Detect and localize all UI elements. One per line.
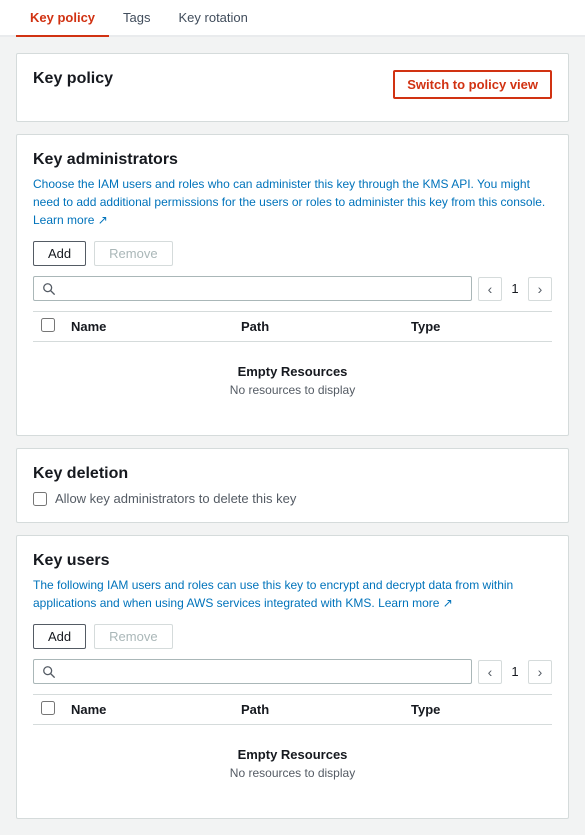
admins-empty-desc: No resources to display: [49, 383, 536, 397]
users-btn-row: Add Remove: [33, 624, 552, 649]
key-policy-title: Key policy: [33, 70, 113, 88]
admins-search-input[interactable]: [62, 281, 463, 296]
users-search-icon: [42, 665, 56, 679]
users-search-input[interactable]: [62, 664, 463, 679]
tabs-bar: Key policy Tags Key rotation: [0, 0, 585, 37]
allow-deletion-label: Allow key administrators to delete this …: [55, 491, 296, 506]
tab-key-rotation[interactable]: Key rotation: [165, 0, 262, 37]
admins-next-page-button[interactable]: ›: [528, 277, 552, 301]
admins-search-box: [33, 276, 472, 301]
users-empty-state: Empty Resources No resources to display: [41, 731, 544, 796]
allow-deletion-checkbox[interactable]: [33, 492, 47, 506]
admins-page-number: 1: [506, 281, 524, 296]
users-prev-page-button[interactable]: ‹: [478, 660, 502, 684]
admins-col-type: Type: [403, 312, 552, 342]
key-users-title: Key users: [33, 552, 552, 570]
users-table-header-row: Name Path Type: [33, 695, 552, 725]
admins-empty-title: Empty Resources: [49, 364, 536, 379]
admins-empty-row: Empty Resources No resources to display: [33, 342, 552, 420]
admins-col-name: Name: [63, 312, 233, 342]
users-page-number: 1: [506, 664, 524, 679]
admins-remove-button: Remove: [94, 241, 172, 266]
users-empty-desc: No resources to display: [49, 766, 536, 780]
admins-col-path: Path: [233, 312, 403, 342]
main-content: Key policy Switch to policy view Key adm…: [0, 37, 585, 835]
admins-search-row: ‹ 1 ›: [33, 276, 552, 301]
users-col-name: Name: [63, 695, 233, 725]
tab-tags[interactable]: Tags: [109, 0, 164, 37]
admins-table: Name Path Type Empty Resources No resour…: [33, 311, 552, 419]
users-table: Name Path Type Empty Resources No resour…: [33, 694, 552, 802]
admins-prev-page-button[interactable]: ‹: [478, 277, 502, 301]
users-add-button[interactable]: Add: [33, 624, 86, 649]
users-select-all-checkbox[interactable]: [41, 701, 55, 715]
key-deletion-card: Key deletion Allow key administrators to…: [16, 448, 569, 523]
switch-to-policy-view-button[interactable]: Switch to policy view: [393, 70, 552, 99]
tab-key-policy[interactable]: Key policy: [16, 0, 109, 37]
admins-empty-state: Empty Resources No resources to display: [41, 348, 544, 413]
key-policy-card: Key policy Switch to policy view: [16, 53, 569, 122]
users-empty-title: Empty Resources: [49, 747, 536, 762]
key-users-card: Key users The following IAM users and ro…: [16, 535, 569, 819]
users-col-path: Path: [233, 695, 403, 725]
key-deletion-title: Key deletion: [33, 465, 552, 483]
users-select-all-header: [33, 695, 63, 725]
key-administrators-title: Key administrators: [33, 151, 552, 169]
admins-btn-row: Add Remove: [33, 241, 552, 266]
users-empty-row: Empty Resources No resources to display: [33, 725, 552, 803]
key-administrators-description: Choose the IAM users and roles who can a…: [33, 175, 552, 229]
admins-select-all-header: [33, 312, 63, 342]
admins-add-button[interactable]: Add: [33, 241, 86, 266]
users-search-row: ‹ 1 ›: [33, 659, 552, 684]
users-pagination: ‹ 1 ›: [478, 660, 552, 684]
admins-search-icon: [42, 282, 56, 296]
deletion-checkbox-row: Allow key administrators to delete this …: [33, 491, 552, 506]
users-next-page-button[interactable]: ›: [528, 660, 552, 684]
learn-more-users-link[interactable]: ↗: [443, 596, 453, 610]
admins-select-all-checkbox[interactable]: [41, 318, 55, 332]
key-policy-header: Key policy Switch to policy view: [33, 70, 552, 99]
users-remove-button: Remove: [94, 624, 172, 649]
learn-more-admins-link[interactable]: ↗: [98, 213, 108, 227]
admins-table-header-row: Name Path Type: [33, 312, 552, 342]
admins-pagination: ‹ 1 ›: [478, 277, 552, 301]
users-search-box: [33, 659, 472, 684]
users-col-type: Type: [403, 695, 552, 725]
key-users-description: The following IAM users and roles can us…: [33, 576, 552, 612]
key-administrators-card: Key administrators Choose the IAM users …: [16, 134, 569, 436]
